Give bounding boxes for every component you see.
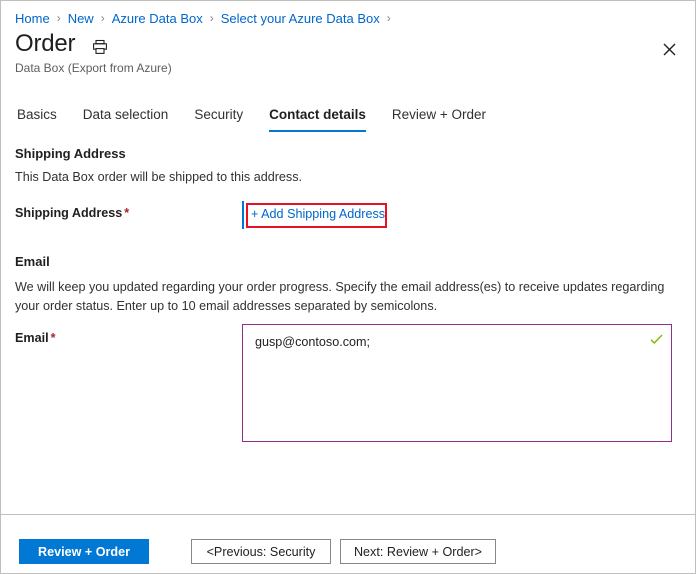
required-asterisk: * [124,206,130,220]
required-asterisk: * [50,331,56,345]
print-icon[interactable] [92,39,108,55]
page-subtitle: Data Box (Export from Azure) [15,61,172,75]
tab-security[interactable]: Security [194,107,243,132]
previous-security-button[interactable]: <Previous: Security [191,539,331,564]
breadcrumb-item-azure-data-box[interactable]: Azure Data Box [112,11,203,26]
footer-bar: Review + Order <Previous: Security Next:… [1,515,695,573]
add-shipping-address-link[interactable]: + Add Shipping Address [251,207,385,221]
email-description: We will keep you updated regarding your … [15,280,665,313]
email-heading: Email [15,254,50,269]
tab-basics[interactable]: Basics [17,107,57,132]
email-field-label: Email * [15,331,56,345]
shipping-address-heading: Shipping Address [15,146,126,161]
checkmark-icon [650,333,663,346]
breadcrumb-item-select-your-azure-data-box[interactable]: Select your Azure Data Box [221,11,380,26]
tab-bar: Basics Data selection Security Contact d… [17,107,512,132]
email-input[interactable]: gusp@contoso.com; [242,324,672,442]
email-input-value: gusp@contoso.com; [255,335,370,349]
breadcrumb-item-home[interactable]: Home [15,11,50,26]
breadcrumb-item-new[interactable]: New [68,11,94,26]
title-row: Order [15,30,108,58]
close-icon[interactable] [656,36,682,62]
shipping-address-field-label: Shipping Address * [15,206,129,220]
breadcrumb-separator-icon: › [100,11,105,25]
email-label-text: Email [15,331,49,345]
tab-data-selection[interactable]: Data selection [83,107,169,132]
shipping-address-label-text: Shipping Address [15,206,123,220]
tab-contact-details[interactable]: Contact details [269,107,366,132]
tab-review-order[interactable]: Review + Order [392,107,486,132]
shipping-address-accent-bar [242,201,244,229]
review-order-button[interactable]: Review + Order [19,539,149,564]
page-title: Order [15,30,76,57]
breadcrumb-separator-icon: › [386,11,391,25]
order-blade: Home › New › Azure Data Box › Select you… [0,0,696,574]
shipping-address-description: This Data Box order will be shipped to t… [15,170,302,184]
breadcrumb: Home › New › Azure Data Box › Select you… [15,9,398,27]
next-review-order-button[interactable]: Next: Review + Order> [340,539,496,564]
breadcrumb-separator-icon: › [56,11,61,25]
breadcrumb-separator-icon: › [209,11,214,25]
